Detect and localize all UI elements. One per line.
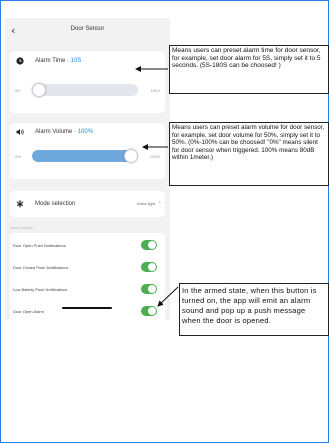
door-open-alarm-annotation: In the armed state, when this button is … <box>179 283 329 336</box>
door-open-alarm-arrow <box>157 286 179 307</box>
alarm-volume-annotation: Means users can preset alarm volume for … <box>169 122 329 186</box>
alarm-time-annotation: Means users can preset alarm time for do… <box>169 45 329 94</box>
